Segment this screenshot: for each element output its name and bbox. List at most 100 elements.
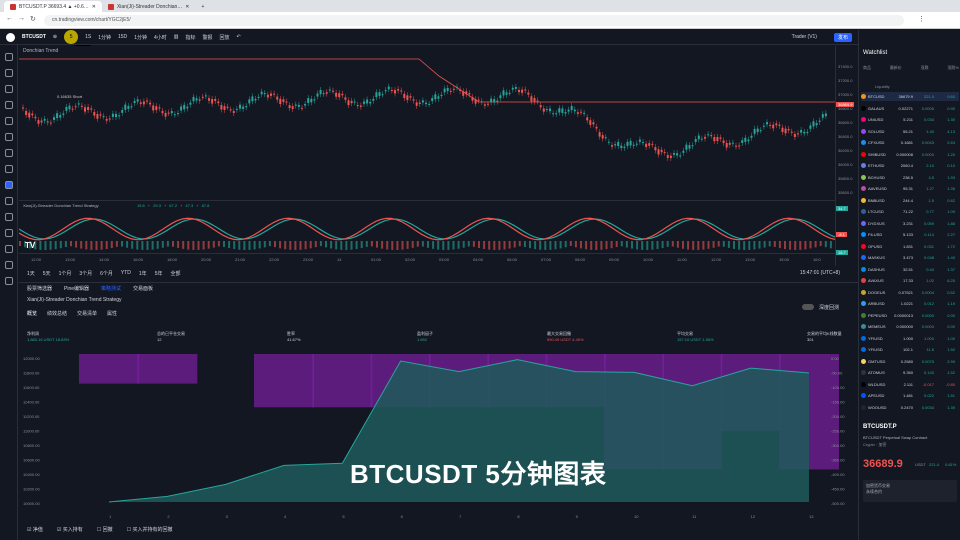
watchlist-row[interactable]: APEUSD 1.481 0.022 1.51 bbox=[861, 391, 959, 400]
brush-icon[interactable] bbox=[5, 101, 13, 109]
undo-icon[interactable]: ↶ bbox=[237, 34, 241, 40]
range-button[interactable]: 6个月 bbox=[100, 270, 113, 277]
range-button[interactable]: 1年 bbox=[139, 270, 147, 277]
interval-1s[interactable]: 1S bbox=[85, 34, 91, 40]
avatar[interactable] bbox=[6, 32, 15, 42]
watchlist-header[interactable]: 最新价 bbox=[890, 65, 902, 71]
replay-button[interactable]: 回放 bbox=[220, 34, 230, 41]
back-icon[interactable]: ← bbox=[6, 15, 13, 22]
watchlist-header[interactable]: 涨跌 bbox=[921, 65, 929, 71]
watchlist-row[interactable]: ARBUSD 1.0221 0.012 1.19 bbox=[861, 299, 959, 308]
magnet-icon[interactable] bbox=[5, 181, 13, 189]
bottom-tab[interactable]: Pine编辑器 bbox=[64, 285, 89, 292]
pattern-icon[interactable] bbox=[5, 133, 13, 141]
time-axis[interactable]: 12:00 13:00 14:00 16:00 18:00 20:00 21:00 22:00… bbox=[19, 253, 835, 265]
zoom-icon[interactable] bbox=[5, 165, 13, 173]
legend-item[interactable]: ☑ 净值 bbox=[27, 526, 43, 533]
trendline-icon[interactable] bbox=[5, 69, 13, 77]
range-button[interactable]: 全部 bbox=[170, 270, 180, 277]
watchlist-row[interactable]: WLDUSD 2.111 -0.017 -0.80 bbox=[861, 380, 959, 389]
settings-icon[interactable] bbox=[5, 277, 13, 285]
watchlist-title[interactable]: Watchlist bbox=[863, 50, 887, 56]
watchlist-row[interactable]: ATOMUS 9.350 0.140 1.52 bbox=[861, 368, 959, 377]
watchlist-row[interactable]: MASKUS 3.473 0.048 1.40 bbox=[861, 253, 959, 262]
layout-button[interactable]: Trader (V1) bbox=[792, 34, 817, 40]
bottom-tab[interactable]: 策略测试 bbox=[101, 285, 121, 292]
watchlist-row[interactable]: BTCUSD 36679.9 221.0 0.60 bbox=[861, 92, 959, 101]
watchlist-row[interactable]: OPUSD 1.831 0.031 1.72 bbox=[861, 242, 959, 251]
indicator-pane[interactable]: Xian(Ji)-Streader Donchian Trend Strateg… bbox=[19, 200, 835, 252]
watchlist-row[interactable]: DOGEUS 0.07521 0.0004 0.52 bbox=[861, 288, 959, 297]
deep-backtest-toggle[interactable] bbox=[802, 304, 814, 310]
interval-1m[interactable]: 1分钟 bbox=[98, 34, 111, 41]
watchlist-row[interactable]: UNIUSD 5.211 0.034 1.30 bbox=[861, 115, 959, 124]
strategy-name[interactable]: Xian(Ji)-Streader Donchian Trend Strateg… bbox=[27, 297, 122, 303]
watchlist-row[interactable]: AVAXUS 17.33 1.02 6.25 bbox=[861, 276, 959, 285]
range-button[interactable]: 5年 bbox=[155, 270, 163, 277]
range-button[interactable]: 3个月 bbox=[79, 270, 92, 277]
url-field[interactable]: cn.tradingview.com/chart/YGC2jE5/ bbox=[44, 15, 904, 26]
watchlist-row[interactable]: YFIUSD 1.000 1.000 1.00 bbox=[861, 334, 959, 343]
legend-item[interactable]: ☑ 买入持有 bbox=[57, 526, 83, 533]
watchlist-header[interactable]: 涨跌% bbox=[947, 65, 959, 71]
bottom-tab[interactable]: 股票筛选器 bbox=[27, 285, 52, 292]
menu-icon[interactable]: ⋮ bbox=[918, 15, 925, 23]
reload-icon[interactable]: ↻ bbox=[30, 15, 36, 23]
watchlist-row[interactable]: AAVEUSD 95.31 1.27 1.35 bbox=[861, 184, 959, 193]
watchlist-row[interactable]: SHIBUSD 0.000008 0.0000 1.20 bbox=[861, 150, 959, 159]
watchlist-row[interactable]: YFIUSD 102.1 11.6 1.92 bbox=[861, 345, 959, 354]
browser-tab-1[interactable]: BTCUSDT.P 36693.4 ▲ +0.6… ✕ bbox=[4, 1, 102, 12]
eye-icon[interactable] bbox=[5, 213, 13, 221]
watchlist-header[interactable]: 商品 bbox=[863, 65, 871, 71]
new-tab-button[interactable]: + bbox=[195, 1, 210, 12]
symbol-search[interactable]: BTCUSDT bbox=[22, 34, 46, 40]
price-chart[interactable]: Donchian Trend 0.16635 Short bbox=[19, 46, 835, 198]
watchlist-row[interactable]: WOOUSD 0.2470 0.0034 1.39 bbox=[861, 403, 959, 412]
bottom-tab[interactable]: 交易面板 bbox=[133, 285, 153, 292]
legend-item[interactable]: ☐ 回撤 bbox=[97, 526, 113, 533]
watchlist-row[interactable]: FILUSD 5.133 0.114 2.27 bbox=[861, 230, 959, 239]
watchlist-row[interactable]: DYDXUS 3.231 0.059 1.86 bbox=[861, 219, 959, 228]
watchlist-row[interactable]: CFXUSD 0.1681 0.0043 2.63 bbox=[861, 138, 959, 147]
layers-icon[interactable] bbox=[5, 261, 13, 269]
watchlist-row[interactable]: BNBUSD 244.4 1.5 0.62 bbox=[861, 196, 959, 205]
star-icon[interactable] bbox=[5, 245, 13, 253]
close-icon[interactable]: ✕ bbox=[92, 4, 96, 10]
watchlist-row[interactable]: GALAUS 0.02271 0.0005 0.90 bbox=[861, 104, 959, 113]
text-icon[interactable] bbox=[5, 117, 13, 125]
strategy-tab[interactable]: 绩效总结 bbox=[47, 310, 67, 317]
watchlist-row[interactable]: LTCUSD 71.22 0.77 1.09 bbox=[861, 207, 959, 216]
fib-icon[interactable] bbox=[5, 85, 13, 93]
interval-button[interactable]: 5 bbox=[64, 30, 79, 44]
range-button[interactable]: 1个月 bbox=[59, 270, 72, 277]
strategy-tab[interactable]: 交易清单 bbox=[77, 310, 97, 317]
browser-tab-2[interactable]: Xian(Ji)-Streader Donchian… ✕ bbox=[102, 1, 196, 12]
strategy-tab[interactable]: 属性 bbox=[107, 310, 117, 317]
range-button[interactable]: YTD bbox=[121, 270, 131, 276]
close-icon[interactable]: ✕ bbox=[185, 4, 189, 10]
watchlist-row[interactable]: ETHUSD 2060.4 2.10 0.10 bbox=[861, 161, 959, 170]
equity-chart[interactable]: 12000.00 11800.00 11600.00 11400.00 11200.00… bbox=[19, 350, 858, 522]
cursor-icon[interactable] bbox=[5, 53, 13, 61]
watchlist-row[interactable]: BCHUSD 238.5 4.5 1.93 bbox=[861, 173, 959, 182]
indicators-button[interactable]: 指标 bbox=[185, 34, 195, 41]
legend-item[interactable]: ☐ 买入并持有的回撤 bbox=[127, 526, 173, 533]
publish-button[interactable]: 发布 bbox=[833, 32, 852, 42]
watchlist-row[interactable]: MEMEUS 0.000000 0.0000 0.00 bbox=[861, 322, 959, 331]
ruler-icon[interactable] bbox=[5, 149, 13, 157]
add-symbol-icon[interactable]: ⊕ bbox=[53, 34, 57, 40]
price-axis[interactable]: 37400.0 37200.0 37000.0 36800.0 36600.0 36400… bbox=[835, 46, 858, 266]
alert-button[interactable]: 警报 bbox=[203, 34, 213, 41]
forward-icon[interactable]: → bbox=[18, 15, 25, 22]
watchlist-row[interactable]: GMTUSD 0.2580 0.0075 2.99 bbox=[861, 357, 959, 366]
trash-icon[interactable] bbox=[5, 229, 13, 237]
watchlist-row[interactable]: PEPEUSD 0.0000013 0.0000 0.00 bbox=[861, 311, 959, 320]
strategy-tab[interactable]: 概览 bbox=[27, 310, 37, 317]
interval-4h[interactable]: 4小时 bbox=[154, 34, 167, 41]
watchlist-row[interactable]: SOLUSD 55.21 1.40 4.13 bbox=[861, 127, 959, 136]
range-button[interactable]: 1天 bbox=[27, 270, 35, 277]
candle-type-icon[interactable]: ▥ bbox=[174, 34, 179, 40]
range-button[interactable]: 5天 bbox=[43, 270, 51, 277]
interval-1m-b[interactable]: 1分钟 bbox=[134, 34, 147, 41]
interval-15d[interactable]: 15D bbox=[118, 34, 127, 40]
